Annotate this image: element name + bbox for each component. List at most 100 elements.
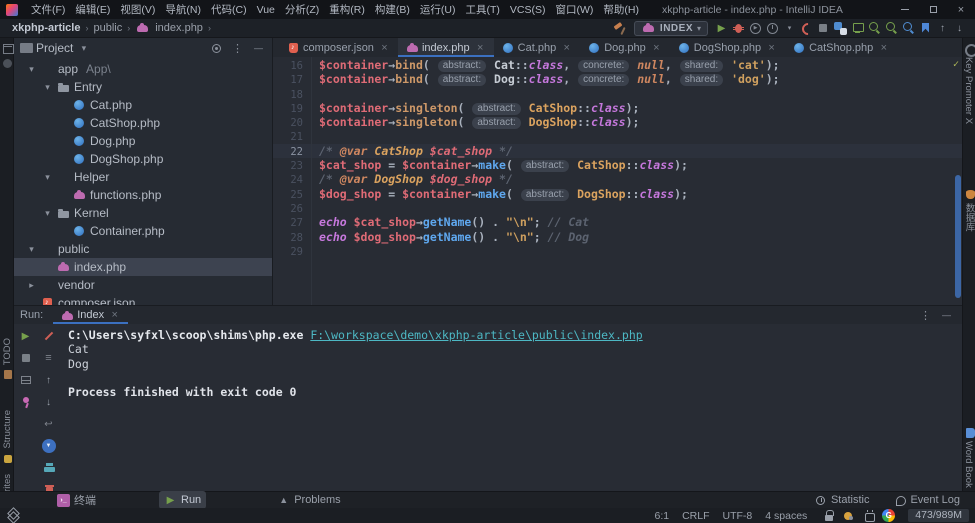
monitor-icon[interactable]: [850, 21, 865, 36]
x-icon[interactable]: [650, 41, 663, 54]
stop-icon[interactable]: [816, 21, 831, 36]
menu-item[interactable]: 构建(B): [370, 2, 415, 17]
arrow-up-icon[interactable]: [42, 373, 56, 387]
translate-icon[interactable]: [833, 21, 848, 36]
code-editor[interactable]: 16$container→bind( abstract: Cat::class,…: [273, 57, 962, 305]
menu-item[interactable]: Vue: [252, 4, 280, 16]
search-green-icon[interactable]: [867, 21, 882, 36]
kebab-icon[interactable]: [230, 41, 245, 56]
inspection-ok-icon[interactable]: ✓: [953, 59, 959, 70]
tree-item-public[interactable]: ▾public: [14, 240, 272, 258]
code-line-24[interactable]: 24/* @var DogShop $dog_shop */: [273, 172, 962, 186]
breadcrumb-item[interactable]: xkphp-article: [12, 22, 80, 34]
minimize-icon[interactable]: [939, 308, 954, 323]
console-file-link[interactable]: F:\workspace\demo\xkphp-article\public\i…: [310, 328, 642, 342]
minimize-window-icon[interactable]: [891, 0, 919, 19]
menu-item[interactable]: 代码(C): [206, 2, 252, 17]
breadcrumb-item[interactable]: public: [93, 22, 122, 34]
tree-item-vendor[interactable]: ▸vendor: [14, 276, 272, 294]
trash-icon[interactable]: [42, 483, 56, 491]
arrow-down-icon[interactable]: [42, 395, 56, 409]
scrollend-icon[interactable]: [42, 439, 56, 453]
menu-item[interactable]: 重构(R): [324, 2, 370, 17]
tree-item-container-php[interactable]: Container.php: [14, 222, 272, 240]
phone-icon[interactable]: [799, 21, 814, 36]
code-line-22[interactable]: 22/* @var CatShop $cat_shop */: [273, 144, 962, 158]
bookmark-icon[interactable]: [918, 21, 933, 36]
menu-item[interactable]: 窗口(W): [550, 2, 598, 17]
chevron-down-icon[interactable]: ▾: [26, 244, 37, 255]
x-icon[interactable]: [765, 41, 778, 54]
plugin-icon[interactable]: [0, 56, 13, 69]
menu-item[interactable]: 分析(Z): [280, 2, 324, 17]
editor-tab-index-php[interactable]: index.php: [398, 38, 494, 57]
tree-item-index-php[interactable]: index.php: [14, 258, 272, 276]
status-widget[interactable]: 4 spaces: [765, 510, 807, 522]
menu-item[interactable]: 视图(V): [115, 2, 160, 17]
tree-item-functions-php[interactable]: functions.php: [14, 186, 272, 204]
tree-item-helper[interactable]: ▾Helper: [14, 168, 272, 186]
code-line-29[interactable]: 29: [273, 244, 962, 258]
wrap-icon[interactable]: [42, 417, 56, 431]
tree-item-cat-php[interactable]: Cat.php: [14, 96, 272, 114]
arrow-down-icon[interactable]: [952, 21, 967, 36]
tool-window-button-statistic[interactable]: Statistic: [809, 493, 875, 508]
profiler-icon[interactable]: [765, 21, 780, 36]
search-blue-icon[interactable]: [901, 21, 916, 36]
tool-window-button-structure[interactable]: Structure: [0, 410, 14, 465]
target-icon[interactable]: [209, 41, 224, 56]
tree-item-composer-json[interactable]: composer.json: [14, 294, 272, 305]
google-icon[interactable]: [882, 509, 895, 522]
menu-item[interactable]: 导航(N): [160, 2, 206, 17]
x-icon[interactable]: [378, 41, 391, 54]
pencil-icon[interactable]: [42, 329, 56, 343]
lock-icon[interactable]: [822, 509, 835, 522]
tree-item-entry[interactable]: ▾Entry: [14, 78, 272, 96]
tool-window-button-终端[interactable]: 终端: [52, 491, 101, 509]
play-icon[interactable]: [714, 21, 729, 36]
status-widget[interactable]: CRLF: [682, 510, 709, 522]
menu-item[interactable]: 运行(U): [415, 2, 461, 17]
tree-item-app[interactable]: ▾appApp\: [14, 60, 272, 78]
chevron-down-icon[interactable]: ▾: [26, 64, 37, 75]
robot-icon[interactable]: [862, 509, 875, 522]
code-line-17[interactable]: 17$container→bind( abstract: Dog::class,…: [273, 72, 962, 86]
menu-item[interactable]: 工具(T): [460, 2, 504, 17]
editor-tab-catshop-php[interactable]: CatShop.php: [785, 38, 897, 57]
chev-tiny-icon[interactable]: [782, 21, 797, 36]
x-icon[interactable]: [877, 41, 890, 54]
bug-icon[interactable]: [731, 21, 746, 36]
chevron-down-icon[interactable]: ▾: [42, 172, 53, 183]
close-window-icon[interactable]: ×: [947, 0, 975, 19]
minimize-icon[interactable]: [251, 41, 266, 56]
arrow-up-icon[interactable]: [935, 21, 950, 36]
tool-window-switcher-icon[interactable]: [6, 508, 21, 523]
chevron-down-icon[interactable]: [76, 41, 91, 56]
editor-tab-composer-json[interactable]: composer.json: [279, 38, 398, 57]
breadcrumb-item[interactable]: index.php: [155, 22, 203, 34]
tool-window-button-kpx[interactable]: Key Promoter X: [962, 42, 975, 124]
memory-indicator[interactable]: 473/989M: [908, 509, 969, 522]
chevron-right-icon[interactable]: ▸: [26, 280, 37, 291]
code-line-18[interactable]: 18: [273, 87, 962, 101]
code-line-21[interactable]: 21: [273, 129, 962, 143]
menu-item[interactable]: 文件(F): [26, 2, 70, 17]
status-widget[interactable]: 6:1: [654, 510, 669, 522]
run-console-output[interactable]: C:\Users\syfxl\scoop\shims\php.exe F:\wo…: [60, 324, 962, 491]
play-icon[interactable]: [19, 329, 33, 343]
tool-window-button-problems[interactable]: Problems: [272, 491, 345, 509]
editor-scrollbar-thumb[interactable]: [955, 175, 961, 298]
editor-tab-dog-php[interactable]: Dog.php: [580, 38, 670, 57]
hammer-icon[interactable]: [613, 21, 628, 36]
menu-item[interactable]: VCS(S): [505, 4, 551, 16]
code-line-25[interactable]: 25$dog_shop = $container→make( abstract:…: [273, 187, 962, 201]
search-refresh-icon[interactable]: [884, 21, 899, 36]
coverage-icon[interactable]: [748, 21, 763, 36]
x-icon[interactable]: [474, 41, 487, 54]
x-icon[interactable]: [560, 41, 573, 54]
menu-item[interactable]: 编辑(E): [70, 2, 115, 17]
printer-icon[interactable]: [42, 461, 56, 475]
project-panel-title[interactable]: Project: [36, 41, 73, 55]
grid-icon[interactable]: [19, 373, 33, 387]
sort-icon[interactable]: [42, 351, 56, 365]
